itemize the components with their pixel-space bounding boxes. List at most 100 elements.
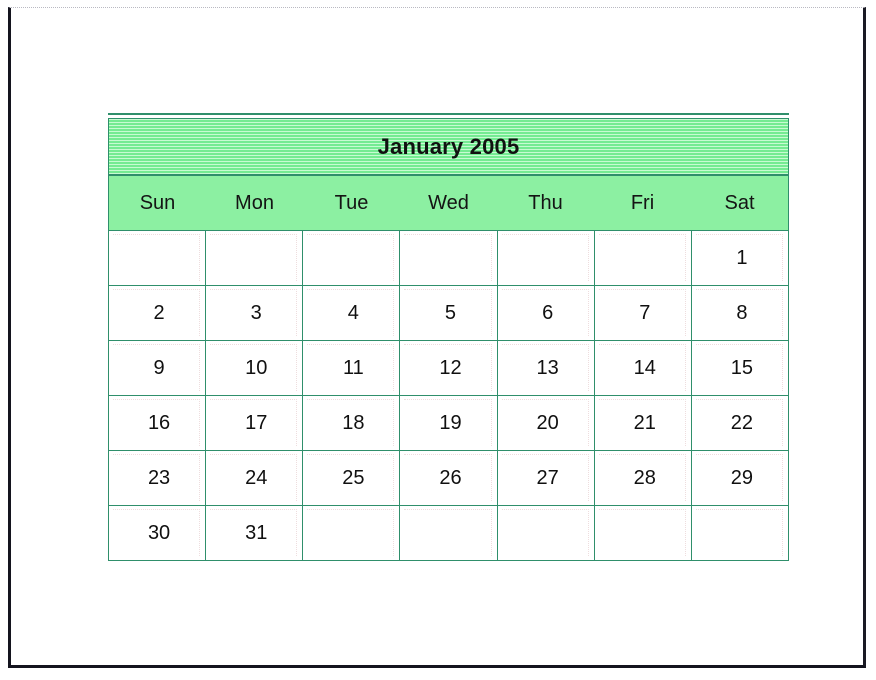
day-cell[interactable]: 7 [594,286,692,341]
day-cell[interactable]: 13 [497,341,595,396]
day-cell[interactable] [303,231,401,286]
day-number: 15 [730,356,754,379]
weekday-label: Mon [235,191,274,214]
day-number: 30 [147,521,171,544]
day-cell[interactable] [400,231,498,286]
day-cell[interactable]: 26 [400,451,498,506]
day-cell[interactable]: 2 [109,286,207,341]
day-number: 14 [633,356,656,379]
day-cell[interactable]: 28 [594,451,692,506]
calendar-week-row: 2 3 4 5 6 7 8 [109,286,789,341]
day-cell[interactable]: 29 [691,451,789,506]
day-cell[interactable]: 14 [594,341,692,396]
day-cell[interactable]: 12 [400,341,498,396]
day-cell[interactable]: 8 [691,286,789,341]
weekday-header-wed: Wed [400,176,497,230]
weekday-label: Sun [139,191,176,214]
day-number: 13 [536,356,559,379]
day-number: 8 [736,301,748,324]
weekday-label: Fri [630,191,655,214]
day-cell[interactable] [594,506,692,561]
day-cell[interactable]: 23 [109,451,207,506]
day-cell[interactable]: 27 [497,451,595,506]
weekday-header-fri: Fri [594,176,691,230]
day-cell[interactable]: 21 [594,396,692,451]
day-number: 19 [439,411,462,434]
day-cell[interactable]: 19 [400,396,498,451]
day-cell[interactable] [400,506,498,561]
day-cell[interactable]: 9 [109,341,207,396]
day-number: 9 [153,356,165,379]
day-cell[interactable]: 31 [206,506,304,561]
day-number: 22 [730,411,754,434]
day-cell[interactable]: 3 [206,286,304,341]
calendar-week-row: 9 10 11 12 13 14 15 [109,341,789,396]
weekday-header-mon: Mon [206,176,303,230]
day-number: 7 [639,301,651,324]
day-number: 10 [245,356,268,379]
calendar-week-row: 30 31 [109,506,789,561]
weekday-header-row: Sun Mon Tue Wed Thu Fri Sat [108,176,789,231]
day-number: 16 [147,411,171,434]
day-cell[interactable]: 5 [400,286,498,341]
day-number: 12 [439,356,462,379]
calendar-week-row: 23 24 25 26 27 28 29 [109,451,789,506]
weekday-label: Sat [724,191,755,214]
day-cell[interactable]: 18 [303,396,401,451]
day-cell[interactable]: 4 [303,286,401,341]
day-number: 23 [147,466,171,489]
weekday-label: Wed [428,191,469,214]
day-number: 27 [536,466,559,489]
day-number: 1 [736,246,748,269]
day-cell[interactable]: 1 [691,231,789,286]
day-number: 28 [633,466,656,489]
weekday-header-sat: Sat [691,176,788,230]
day-number: 6 [542,301,554,324]
day-number: 20 [536,411,559,434]
day-cell[interactable]: 15 [691,341,789,396]
day-number: 25 [342,466,365,489]
calendar-title-banner: January 2005 [108,118,789,176]
calendar-widget: January 2005 Sun Mon Tue Wed Thu Fri Sat… [108,113,789,561]
day-cell[interactable]: 16 [109,396,207,451]
weekday-label: Thu [528,191,563,214]
day-cell[interactable]: 30 [109,506,207,561]
day-cell[interactable] [691,506,789,561]
weekday-header-thu: Thu [497,176,594,230]
day-cell[interactable]: 20 [497,396,595,451]
weekday-header-sun: Sun [109,176,206,230]
day-number: 21 [633,411,656,434]
day-cell[interactable] [303,506,401,561]
day-number: 11 [342,356,364,379]
calendar-title: January 2005 [377,133,520,159]
day-cell[interactable]: 24 [206,451,304,506]
day-number: 26 [439,466,462,489]
day-cell[interactable]: 25 [303,451,401,506]
day-cell[interactable] [206,231,304,286]
day-cell[interactable]: 11 [303,341,401,396]
day-number: 17 [245,411,268,434]
day-number: 3 [250,301,262,324]
calendar-top-rule [108,113,789,115]
weekday-header-tue: Tue [303,176,400,230]
day-number: 5 [444,301,457,324]
day-number: 2 [153,301,165,324]
calendar-week-row: 1 [109,231,789,286]
day-number: 31 [245,521,268,544]
day-cell[interactable]: 10 [206,341,304,396]
day-number: 24 [245,466,268,489]
calendar-week-row: 16 17 18 19 20 21 22 [109,396,789,451]
calendar-day-grid: 1 2 3 4 5 6 7 8 9 10 11 12 13 14 15 16 1… [108,231,789,561]
day-cell[interactable]: 6 [497,286,595,341]
day-cell[interactable]: 17 [206,396,304,451]
weekday-label: Tue [334,191,369,214]
day-cell[interactable] [109,231,207,286]
day-cell[interactable] [497,506,595,561]
day-number: 18 [342,411,365,434]
day-number: 4 [347,301,359,324]
page-frame: January 2005 Sun Mon Tue Wed Thu Fri Sat… [8,7,866,668]
day-cell[interactable]: 22 [691,396,789,451]
day-cell[interactable] [497,231,595,286]
day-cell[interactable] [594,231,692,286]
day-number: 29 [730,466,754,489]
